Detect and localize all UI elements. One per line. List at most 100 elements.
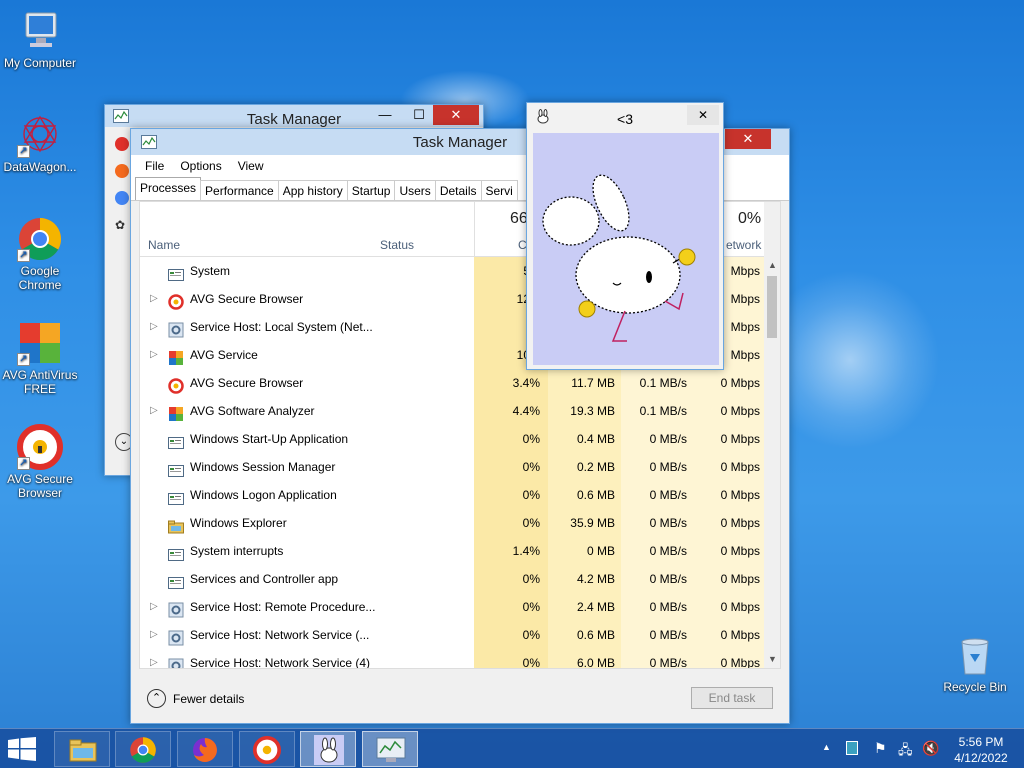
action-center-flag-icon[interactable]: ⚑ [874, 740, 887, 757]
show-hidden-icons-icon[interactable]: ▲ [822, 742, 831, 752]
process-name-cell: ▷ AVG Service [140, 341, 474, 369]
desktop-icon-datawagon[interactable]: ↗ DataWagon... [0, 112, 80, 174]
process-name: Services and Controller app [190, 572, 339, 586]
column-header-status[interactable]: Status [380, 238, 414, 252]
disk-cell: 0 MB/s [649, 432, 687, 446]
tab-processes[interactable]: Processes [135, 177, 202, 200]
tab-startup[interactable]: Startup [346, 180, 396, 200]
desktop-icon-my-computer[interactable]: My Computer [0, 8, 80, 70]
process-name: AVG Secure Browser [190, 376, 304, 390]
disk-cell: 0 MB/s [649, 600, 687, 614]
taskbar-avg-browser[interactable] [239, 731, 295, 767]
table-row[interactable]: Windows Start-Up Application 0% 0.4 MB 0 MB… [140, 425, 766, 453]
network-cell: 0 Mbps [720, 376, 760, 390]
end-task-button[interactable]: End task [691, 687, 773, 709]
title-bar[interactable]: Task Manager — ☐ ✕ [105, 105, 483, 128]
clock[interactable]: 5:56 PM 4/12/2022 [944, 729, 1018, 768]
vertical-scrollbar[interactable]: ▲ ▼ [764, 202, 780, 668]
bunny-window[interactable]: <3 ✕ [526, 102, 724, 370]
menu-view[interactable]: View [230, 159, 272, 173]
close-button[interactable]: ✕ [687, 105, 719, 125]
table-row[interactable]: Windows Session Manager 0% 0.2 MB 0 MB/s 0 M… [140, 453, 766, 481]
column-header-name[interactable]: Name [148, 238, 180, 252]
table-row[interactable]: ▷ Service Host: Network Service (... 0% 0.6… [140, 621, 766, 649]
expand-arrow-icon[interactable]: ▷ [150, 285, 160, 313]
expand-arrow-icon[interactable]: ▷ [150, 341, 160, 369]
gear-icon [168, 656, 184, 668]
expand-arrow-icon[interactable]: ▷ [150, 313, 160, 341]
memory-cell: 35.9 MB [570, 516, 615, 530]
taskbar-task-manager[interactable] [362, 731, 418, 767]
chevron-up-icon[interactable]: ⌃ [147, 689, 166, 708]
system-icon [168, 460, 184, 477]
taskbar-firefox[interactable] [177, 731, 233, 767]
process-name: Windows Start-Up Application [190, 432, 349, 446]
title-bar[interactable]: <3 ✕ [527, 103, 723, 131]
taskbar-file-explorer[interactable] [54, 731, 110, 767]
close-button[interactable]: ✕ [433, 105, 479, 125]
tray-app-icon[interactable] [846, 741, 858, 755]
table-row[interactable]: Services and Controller app 0% 4.2 MB 0 MB/… [140, 565, 766, 593]
volume-muted-icon[interactable]: 🔇 [922, 740, 939, 757]
scroll-down-arrow-icon[interactable]: ▼ [768, 654, 777, 664]
taskbar-chrome[interactable] [115, 731, 171, 767]
scroll-thumb[interactable] [767, 276, 777, 338]
expand-arrow-icon[interactable]: ▷ [150, 621, 160, 649]
menu-options[interactable]: Options [172, 159, 229, 173]
network-cell: 0 Mbps [720, 460, 760, 474]
chrome-icon [115, 191, 129, 205]
avg-browser-icon [168, 292, 184, 310]
table-row[interactable]: Windows Explorer 0% 35.9 MB 0 MB/s 0 Mbps [140, 509, 766, 537]
desktop-icon-recycle-bin[interactable]: Recycle Bin [935, 632, 1015, 694]
expand-arrow-icon[interactable]: ▷ [150, 649, 160, 668]
desktop-icon-label: AVG AntiVirus FREE [2, 368, 78, 396]
column-header-network[interactable]: etwork [726, 238, 761, 252]
menu-file[interactable]: File [137, 159, 172, 173]
process-name-cell: ▷ Service Host: Local System (Net... [140, 313, 474, 341]
column-divider [474, 202, 475, 257]
desktop-icon-google-chrome[interactable]: ↗ Google Chrome [0, 216, 80, 292]
expand-arrow-icon[interactable]: ▷ [150, 397, 160, 425]
scroll-up-arrow-icon[interactable]: ▲ [768, 260, 777, 270]
system-icon [168, 544, 184, 561]
table-row[interactable]: AVG Secure Browser 3.4% 11.7 MB 0.1 MB/s 0 M… [140, 369, 766, 397]
table-row[interactable]: System interrupts 1.4% 0 MB 0 MB/s 0 Mbps [140, 537, 766, 565]
shortcut-arrow-icon: ↗ [17, 145, 30, 158]
shortcut-arrow-icon: ↗ [17, 353, 30, 366]
process-name-cell: ▷ Service Host: Remote Procedure... [140, 593, 474, 621]
network-icon[interactable]: 🖧 [898, 741, 913, 763]
desktop-icon-avg-secure-browser[interactable]: ↗ AVG Secure Browser [0, 424, 80, 500]
tab-performance[interactable]: Performance [200, 180, 279, 200]
disk-cell: 0.1 MB/s [639, 404, 687, 418]
table-row[interactable]: Windows Logon Application 0% 0.6 MB 0 MB/s 0… [140, 481, 766, 509]
process-name-cell: Windows Start-Up Application [140, 425, 474, 453]
tab-app-history[interactable]: App history [277, 180, 348, 200]
minimize-button[interactable]: — [371, 105, 399, 125]
fewer-details-link[interactable]: Fewer details [173, 692, 244, 706]
process-name-cell: ▷ Service Host: Network Service (4) [140, 649, 474, 668]
table-row[interactable]: ▷ Service Host: Remote Procedure... 0% 2.4 … [140, 593, 766, 621]
taskbar-bunny-app[interactable] [300, 731, 356, 767]
maximize-button[interactable]: ☐ [405, 105, 433, 125]
tab-services[interactable]: Servi [480, 180, 518, 200]
network-cell: 0 Mbps [720, 432, 760, 446]
table-row[interactable]: ▷ AVG Software Analyzer 4.4% 19.3 MB 0.1 MB/… [140, 397, 766, 425]
table-row[interactable]: ▷ Service Host: Network Service (4) 0% 6.0 … [140, 649, 766, 668]
system-icon [168, 488, 184, 505]
expand-arrow-icon[interactable]: ▷ [150, 593, 160, 621]
firefox-icon [115, 164, 129, 178]
desktop-icon-label: AVG Secure Browser [7, 472, 73, 500]
bunny-app-icon [314, 735, 344, 765]
close-button[interactable]: ✕ [725, 129, 771, 149]
chrome-icon [129, 736, 157, 767]
process-name-cell: AVG Secure Browser [140, 369, 474, 397]
network-percent-header[interactable]: 0% [738, 210, 761, 228]
tab-details[interactable]: Details [434, 180, 482, 200]
gear-icon [168, 320, 184, 338]
desktop-icon-avg-antivirus[interactable]: ↗ AVG AntiVirus FREE [0, 320, 80, 396]
process-name: System [190, 264, 231, 278]
windows-start-icon[interactable] [8, 737, 36, 764]
cpu-cell: 0% [522, 600, 540, 614]
tab-users[interactable]: Users [394, 180, 436, 200]
chrome-icon: ↗ [17, 216, 63, 262]
